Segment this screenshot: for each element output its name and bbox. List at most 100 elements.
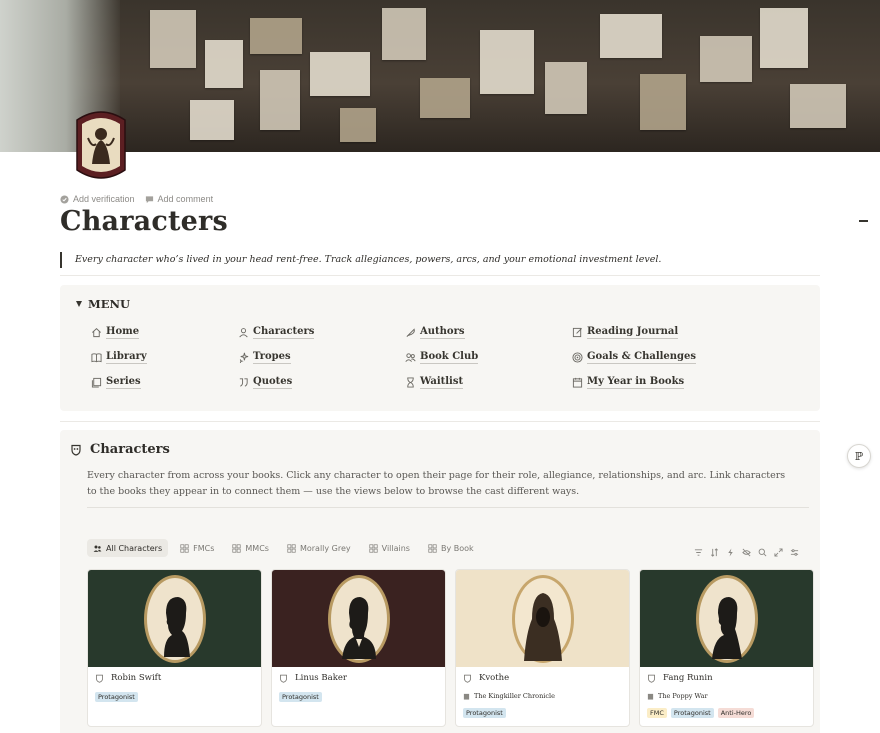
gallery-icon [180,543,189,553]
tab-mmcs[interactable]: MMCs [226,539,275,557]
menu-toggle[interactable]: MENU [76,297,130,311]
menu-item-book-club[interactable]: Book Club [405,351,479,364]
role-tag: Protagonist [463,708,506,718]
gallery-icon [232,543,242,553]
comment-icon [145,195,153,203]
tab-morally-grey[interactable]: Morally Grey [281,539,357,557]
menu-item-my-year-in-books[interactable]: My Year in Books [572,376,685,389]
person-icon [239,328,248,338]
character-portrait [640,570,813,667]
menu-item-tropes[interactable]: Tropes [238,351,291,364]
add-comment-label: Add comment [157,194,214,204]
target-icon [572,352,583,363]
character-portrait [456,570,629,667]
character-portrait [272,570,445,667]
sort-icon[interactable] [710,542,719,557]
people-icon [93,545,102,552]
card-title: Robin Swift [95,673,161,683]
add-verification-button[interactable]: Add verification [60,194,135,204]
character-card[interactable]: Fang Runin The Poppy War FMC Protagonist… [639,569,814,727]
card-title: Fang Runin [647,673,713,683]
menu-item-series[interactable]: Series [91,376,141,389]
character-card[interactable]: Kvothe The Kingkiller Chronicle Protagon… [455,569,630,727]
menu-item-characters[interactable]: Characters [238,326,315,339]
gallery-cards: Robin Swift Protagonist Linus Baker Prot… [87,569,814,727]
sign-icon: ℙ [854,449,864,463]
view-toolbar [694,542,799,557]
divider [60,421,820,422]
add-verification-label: Add verification [73,194,135,204]
card-tags: FMC Protagonist Anti-Hero [647,708,755,718]
page-icon-crest[interactable] [74,108,128,182]
cover-image [0,0,880,152]
shield-mask-icon [648,674,655,683]
menu-item-waitlist[interactable]: Waitlist [405,376,464,389]
hourglass-icon [407,377,414,388]
sparkles-icon [239,352,249,363]
calendar-icon [572,377,583,388]
quote-icon [239,378,248,387]
page-quote: Every character who’s lived in your head… [60,252,661,268]
menu-item-goals-challenges[interactable]: Goals & Challenges [572,351,697,364]
expand-icon[interactable] [774,542,783,557]
filter-icon[interactable] [694,542,703,556]
book-open-icon [91,353,102,363]
gallery-icon [369,543,378,553]
shield-mask-icon [280,674,287,683]
role-tag: Protagonist [279,692,322,702]
role-tag: Anti-Hero [717,708,755,718]
card-book: The Kingkiller Chronicle [463,692,555,700]
role-tag: Protagonist [670,708,714,718]
menu-heading: MENU [88,297,131,311]
menu-item-library[interactable]: Library [91,351,147,364]
note-pencil-icon [572,327,582,338]
tab-by-book[interactable]: By Book [422,539,480,557]
book-icon [647,693,654,700]
divider [60,275,820,276]
page-title[interactable]: Characters [60,206,228,237]
lightning-icon[interactable] [726,542,735,557]
role-tag: Protagonist [95,692,138,702]
gallery-icon [287,543,296,553]
menu-item-reading-journal[interactable]: Reading Journal [572,326,679,339]
section-description: Every character from across your books. … [87,470,786,497]
book-icon [463,693,470,700]
page-meta-row: Add verification Add comment [60,194,213,204]
search-icon[interactable] [758,542,767,557]
characters-section: Characters Every character from across y… [60,430,820,733]
menu-item-authors[interactable]: Authors [405,326,465,339]
divider [87,507,809,508]
tab-villains[interactable]: Villains [363,539,416,557]
add-comment-button[interactable]: Add comment [145,194,214,204]
card-tags: Protagonist [463,708,506,718]
cover-collage [0,0,880,152]
settings-icon[interactable] [790,542,799,556]
shield-mask-icon [71,444,81,456]
character-portrait [88,570,261,667]
quill-icon [406,328,415,337]
role-tag: FMC [647,708,667,718]
character-card[interactable]: Robin Swift Protagonist [87,569,262,727]
shield-mask-icon [96,674,103,683]
card-title: Kvothe [463,673,509,683]
card-title: Linus Baker [279,673,347,683]
tab-all-characters[interactable]: All Characters [87,539,169,557]
hide-icon[interactable] [742,542,751,557]
card-book: The Poppy War [647,692,708,700]
menu-item-home[interactable]: Home [91,326,140,339]
help-button[interactable]: ℙ [847,444,871,468]
card-tags: Protagonist [279,692,322,702]
menu-item-quotes[interactable]: Quotes [238,376,293,389]
menu-callout: MENU Home Characters Authors Reading Jou… [60,285,820,411]
people-icon [405,353,416,362]
character-card[interactable]: Linus Baker Protagonist [271,569,446,727]
view-tabs: All Characters FMCs MMCs Morally Grey Vi… [87,539,480,557]
minus-icon[interactable] [859,220,868,222]
stacked-books-icon [91,377,102,388]
shield-mask-icon [464,674,471,683]
gallery-icon [428,543,437,553]
tab-fmcs[interactable]: FMCs [174,539,220,557]
section-title[interactable]: Characters [90,442,170,457]
verified-check-icon [60,194,69,204]
triangle-down-icon [76,301,82,307]
